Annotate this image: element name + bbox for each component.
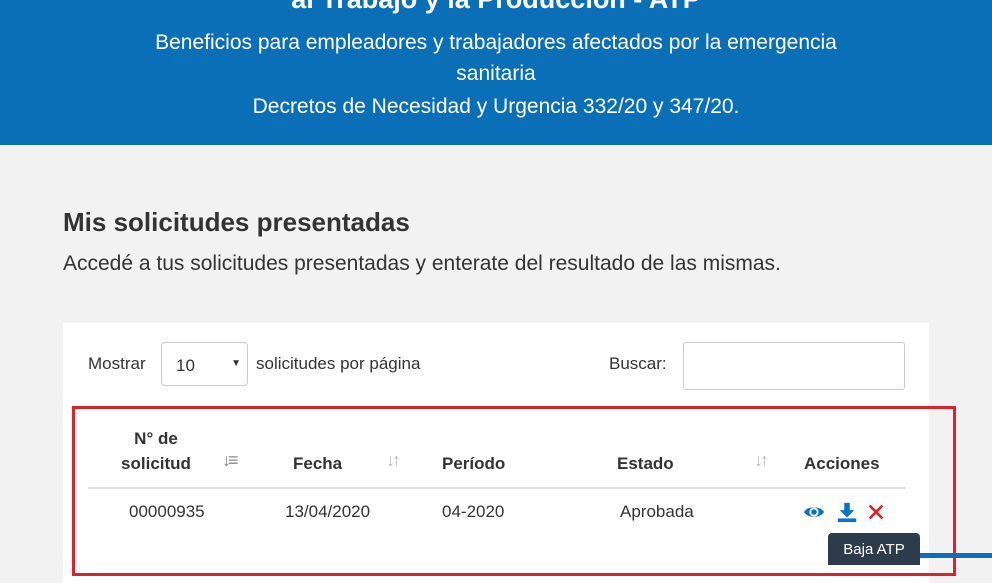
page-length-value: 10: [176, 356, 195, 375]
bottom-accent-bar: [920, 553, 992, 558]
tooltip-baja-atp: Baja ATP: [828, 533, 920, 565]
column-header-periodo[interactable]: Período: [442, 451, 505, 476]
show-label: Mostrar: [88, 354, 146, 373]
banner-title: al Trabajo y la Producción - ATP: [0, 0, 992, 16]
cell-estado: Aprobada: [620, 502, 694, 521]
eye-icon[interactable]: [803, 501, 825, 523]
cell-periodo: 04-2020: [442, 502, 505, 521]
banner-subtitle: Beneficios para empleadores y trabajador…: [155, 31, 837, 85]
banner-decree: Decretos de Necesidad y Urgencia 332/20 …: [252, 95, 740, 118]
sort-descending-icon[interactable]: ↓≡: [222, 450, 238, 471]
page-length-select[interactable]: 10 ▼: [161, 342, 248, 386]
per-page-label: solicitudes por página: [256, 354, 421, 373]
search-input[interactable]: [683, 342, 905, 390]
header-divider: [88, 487, 905, 489]
section-description: Accedé a tus solicitudes presentadas y e…: [63, 252, 781, 275]
column-header-solicitud-line1: N° de: [134, 429, 178, 448]
caret-down-icon: ▼: [231, 358, 241, 369]
column-header-fecha[interactable]: Fecha: [293, 451, 342, 476]
column-header-acciones: Acciones: [804, 454, 880, 473]
download-icon[interactable]: [836, 501, 858, 523]
highlight-box: [72, 406, 956, 576]
sort-both-icon[interactable]: ↓↑: [386, 450, 401, 471]
sort-both-icon[interactable]: ↓↑: [754, 450, 769, 471]
section-title: Mis solicitudes presentadas: [63, 207, 410, 237]
close-icon[interactable]: [865, 501, 887, 523]
column-header-solicitud-line2: solicitud: [121, 454, 191, 473]
column-header-solicitud[interactable]: N° de solicitud: [110, 426, 202, 476]
cell-solicitud: 00000935: [129, 502, 205, 521]
cell-fecha: 13/04/2020: [285, 502, 371, 521]
column-header-estado[interactable]: Estado: [617, 451, 674, 476]
search-label: Buscar:: [609, 354, 667, 373]
page-banner: al Trabajo y la Producción - ATP Benefic…: [0, 0, 992, 145]
